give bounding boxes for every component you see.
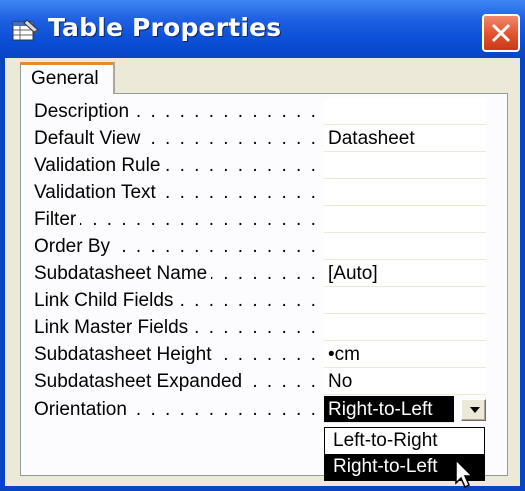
property-label: . . . . . . . . . . . . . . . . . . . . … — [34, 101, 324, 122]
property-row-subdatasheet-expanded: . . . . . . . . . . . . . . . . . . . . … — [34, 368, 494, 395]
property-label: . . . . . . . . . . . . . . . . . . . . … — [34, 344, 324, 365]
property-label: . . . . . . . . . . . . . . . . . . . . … — [34, 155, 324, 176]
window-frame-bottom — [0, 486, 525, 491]
orientation-combobox[interactable]: Right-to-Left — [324, 396, 454, 423]
window-title: Table Properties — [48, 13, 282, 42]
close-button[interactable] — [482, 14, 520, 52]
property-value-link-master-fields[interactable] — [324, 314, 486, 341]
title-bar[interactable]: Table Properties — [0, 0, 525, 58]
property-value-subdatasheet-name[interactable]: [Auto] — [324, 260, 486, 287]
property-value-link-child-fields[interactable] — [324, 287, 486, 314]
table-properties-dialog: Table Properties General . . . . . . . .… — [0, 0, 525, 491]
property-row-filter: . . . . . . . . . . . . . . . . . . . . … — [34, 206, 494, 233]
property-row-validation-text: . . . . . . . . . . . . . . . . . . . . … — [34, 179, 494, 206]
mouse-pointer-icon — [455, 459, 474, 489]
property-label: . . . . . . . . . . . . . . . . . . . . … — [34, 128, 324, 149]
property-value-order-by[interactable] — [324, 233, 486, 260]
window-frame-right — [520, 58, 525, 491]
property-value-subdatasheet-height[interactable]: •cm — [324, 341, 486, 368]
dropdown-option-left-to-right[interactable]: Left-to-Right — [325, 428, 484, 454]
property-label: . . . . . . . . . . . . . . . . . . . . … — [34, 317, 324, 338]
property-label: . . . . . . . . . . . . . . . . . . . . … — [34, 182, 324, 203]
property-value-subdatasheet-expanded[interactable]: No — [324, 368, 486, 395]
property-label: . . . . . . . . . . . . . . . . . . . . … — [34, 209, 324, 230]
property-value-description[interactable] — [324, 98, 486, 125]
property-value-filter[interactable] — [324, 206, 486, 233]
property-row-orientation: . . . . . . . . . . . . . . . . . . . . … — [34, 396, 494, 423]
property-row-subdatasheet-height: . . . . . . . . . . . . . . . . . . . . … — [34, 341, 494, 368]
property-row-subdatasheet-name: . . . . . . . . . . . . . . . . . . . . … — [34, 260, 494, 287]
property-row-order-by: . . . . . . . . . . . . . . . . . . . . … — [34, 233, 494, 260]
property-label: . . . . . . . . . . . . . . . . . . . . … — [34, 263, 324, 284]
tab-edge — [113, 62, 115, 94]
property-value-validation-rule[interactable] — [324, 152, 486, 179]
orientation-dropdown-button[interactable] — [461, 399, 486, 421]
property-label: . . . . . . . . . . . . . . . . . . . . … — [34, 399, 324, 420]
property-row-link-child-fields: . . . . . . . . . . . . . . . . . . . . … — [34, 287, 494, 314]
property-row-link-master-fields: . . . . . . . . . . . . . . . . . . . . … — [34, 314, 494, 341]
property-row-validation-rule: . . . . . . . . . . . . . . . . . . . . … — [34, 152, 494, 179]
close-icon — [491, 23, 511, 43]
tab-general[interactable]: General — [20, 62, 114, 94]
property-label: . . . . . . . . . . . . . . . . . . . . … — [34, 290, 324, 311]
property-label: . . . . . . . . . . . . . . . . . . . . … — [34, 236, 324, 257]
property-row-default-view: . . . . . . . . . . . . . . . . . . . . … — [34, 125, 494, 152]
property-row-description: . . . . . . . . . . . . . . . . . . . . … — [34, 98, 494, 125]
table-properties-icon — [12, 19, 39, 41]
property-value-validation-text[interactable] — [324, 179, 486, 206]
chevron-down-icon — [470, 407, 480, 413]
property-value-default-view[interactable]: Datasheet — [324, 125, 486, 152]
property-label: . . . . . . . . . . . . . . . . . . . . … — [34, 371, 324, 392]
